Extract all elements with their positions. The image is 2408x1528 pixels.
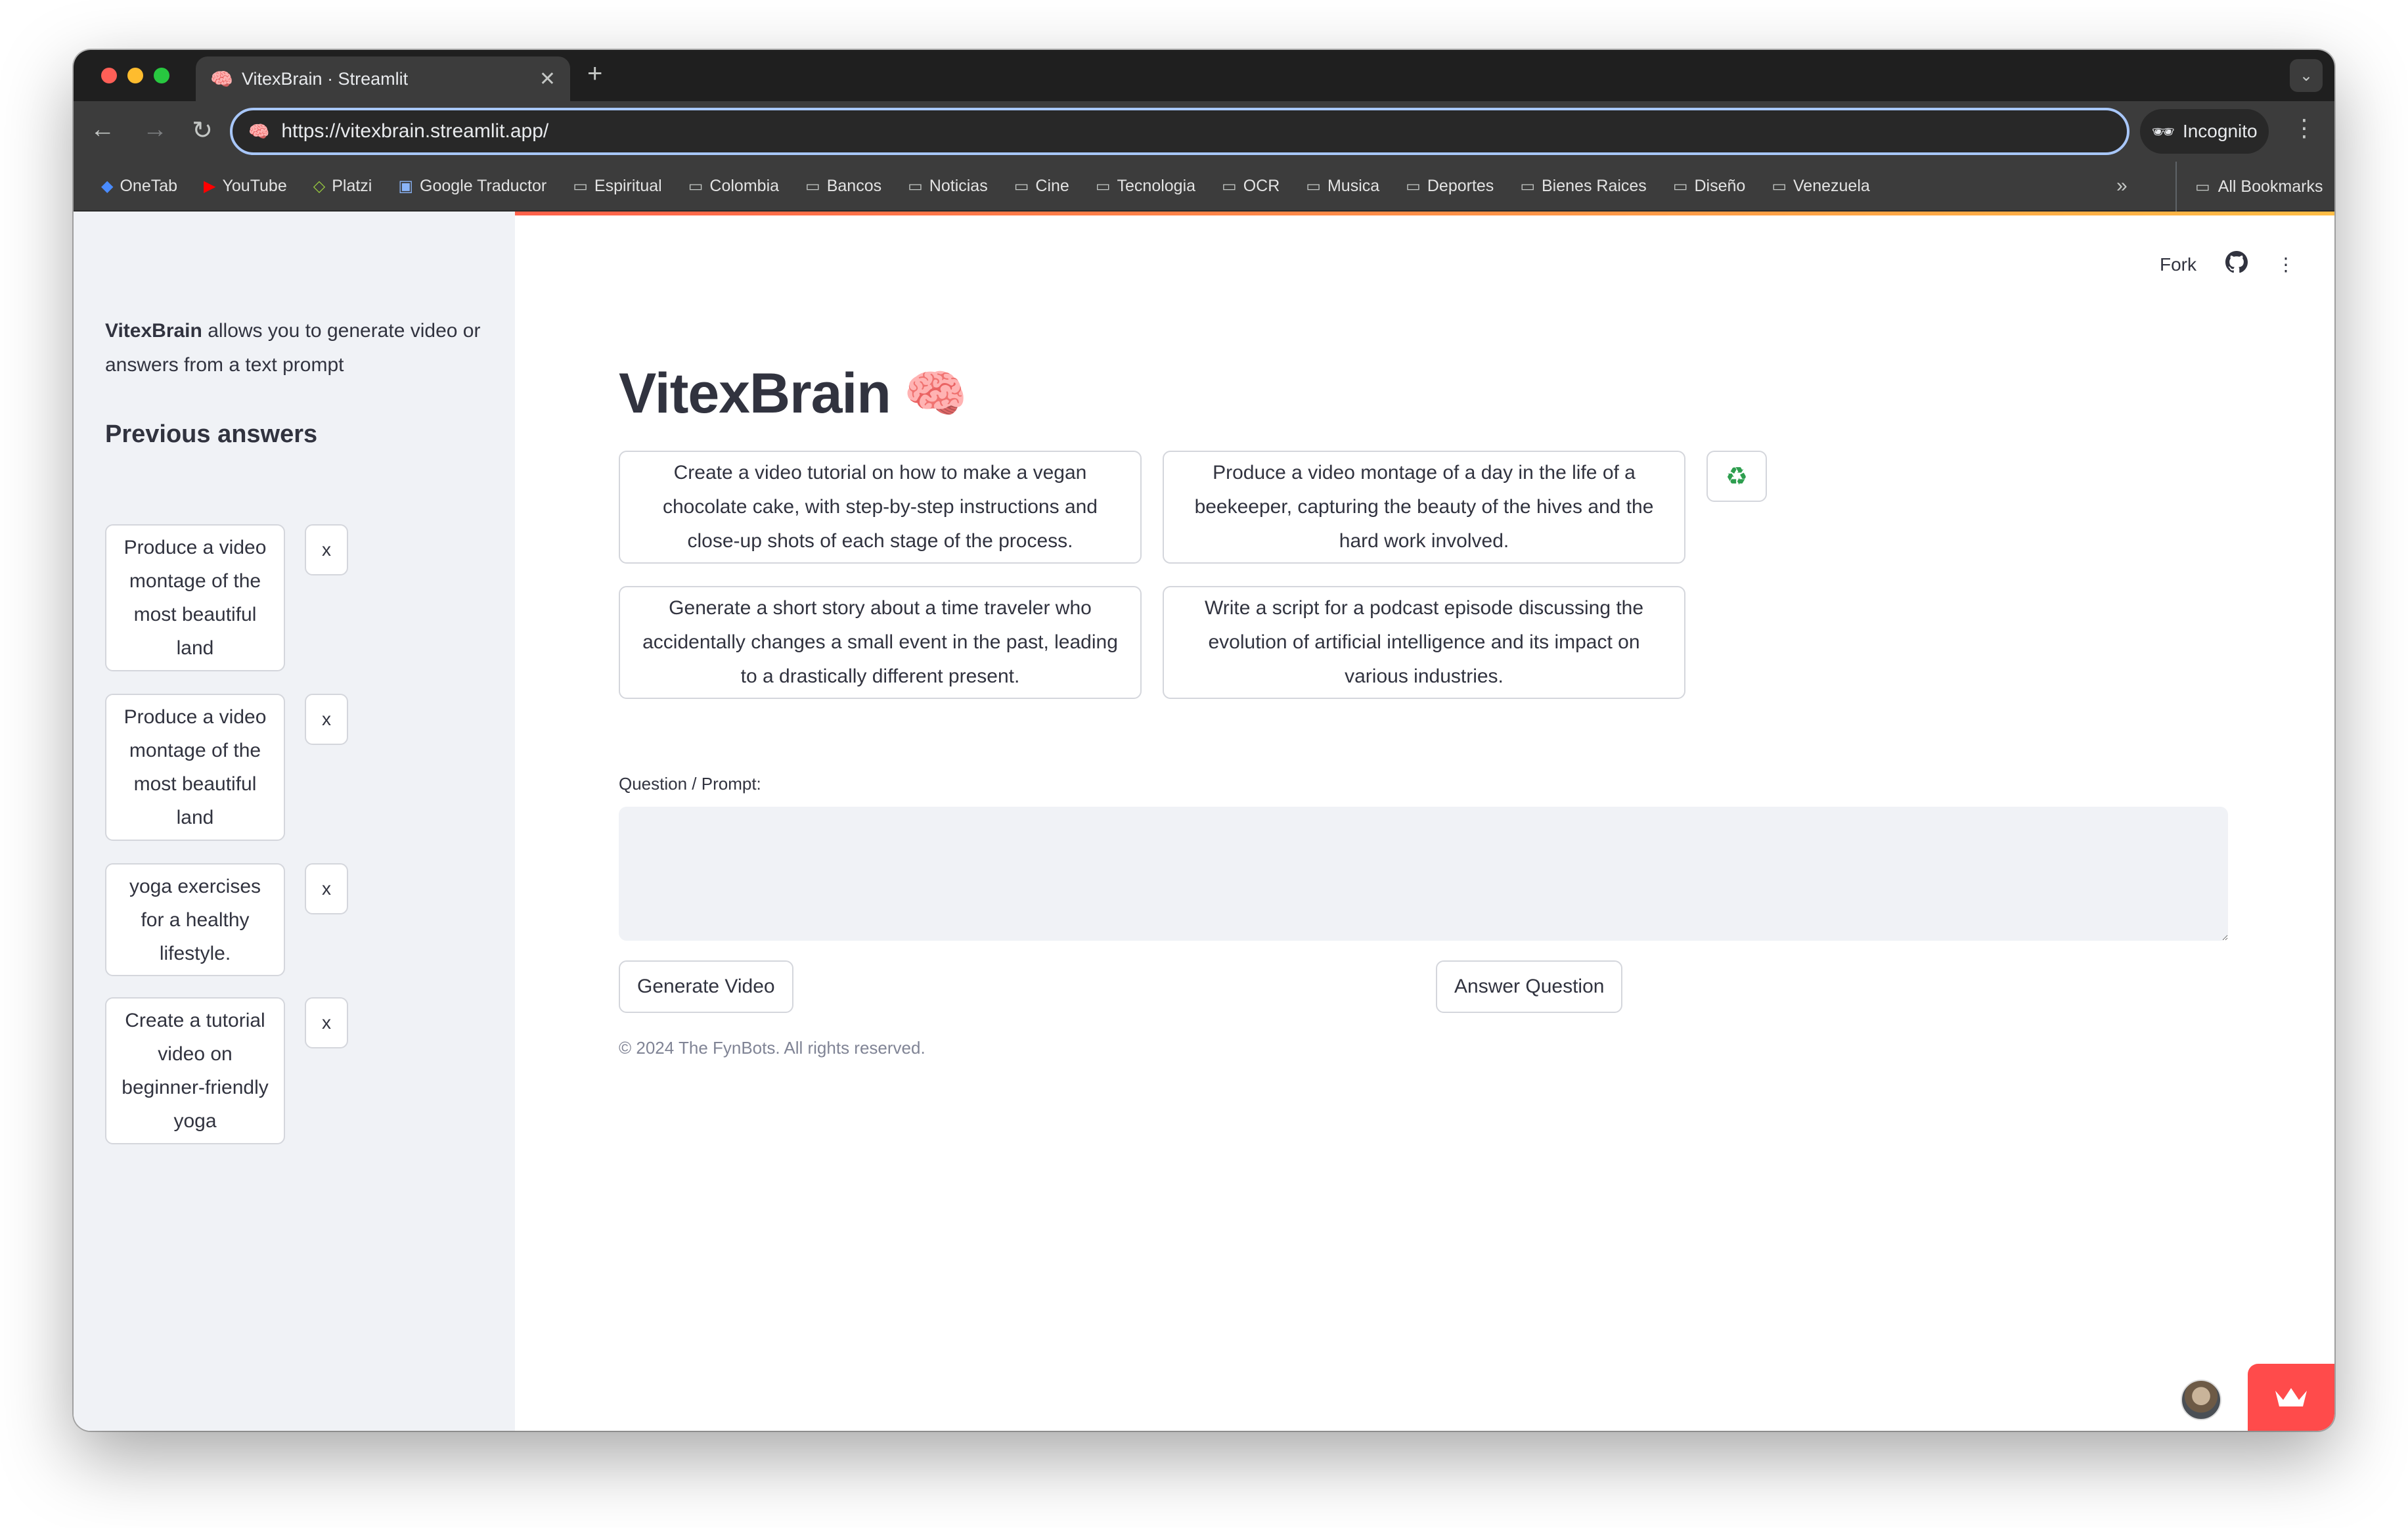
close-window-button[interactable] [101,68,117,83]
refresh-suggestions-button[interactable]: ♻ [1706,451,1767,502]
previous-answers-heading: Previous answers [105,420,318,448]
bookmark-onetab[interactable]: ◆ OneTab [89,177,189,196]
suggestion-button[interactable]: Produce a video montage of a day in the … [1163,451,1685,564]
bookmark-folder-diseno[interactable]: ▭ Diseño [1661,177,1758,196]
folder-icon: ▭ [1520,177,1535,195]
all-bookmarks-button[interactable]: ▭ All Bookmarks [2175,162,2323,212]
site-favicon-icon: 🧠 [248,121,270,141]
more-bookmarks-icon[interactable]: » [2116,175,2128,197]
folder-icon: ▭ [573,177,588,195]
bookmark-folder-bancos[interactable]: ▭ Bancos [793,177,893,196]
folder-icon: ▭ [1222,177,1237,195]
reload-icon[interactable]: ↻ [187,116,218,145]
bookmark-folder-ocr[interactable]: ▭ OCR [1210,177,1291,196]
bookmark-platzi[interactable]: ◇ Platzi [301,177,384,196]
youtube-icon: ▶ [204,177,216,195]
close-tab-icon[interactable]: ✕ [539,68,556,91]
browser-window: 🧠 VitexBrain · Streamlit ✕ + ⌄ ← → ↻ 🧠 h… [74,50,2334,1431]
suggestion-button[interactable]: Generate a short story about a time trav… [619,586,1142,699]
page-title-text: VitexBrain [619,362,891,425]
folder-icon: ▭ [2195,177,2210,196]
folder-icon: ▭ [688,177,703,195]
bookmark-google-traductor[interactable]: ▣ Google Traductor [386,177,558,196]
tab-bar: 🧠 VitexBrain · Streamlit ✕ + ⌄ [74,50,2334,101]
platzi-icon: ◇ [313,177,326,195]
back-arrow-icon[interactable]: ← [87,116,118,144]
bookmark-folder-cine[interactable]: ▭ Cine [1002,177,1081,196]
url-text[interactable]: https://vitexbrain.streamlit.app/ [281,120,548,143]
maximize-window-button[interactable] [154,68,169,83]
incognito-label: Incognito [2182,121,2258,141]
forward-arrow-icon[interactable]: → [139,116,171,144]
page-title: VitexBrain 🧠 [619,361,968,426]
bookmark-folder-noticias[interactable]: ▭ Noticias [896,177,1000,196]
bookmark-folder-deportes[interactable]: ▭ Deportes [1394,177,1505,196]
sidebar-description: VitexBrain allows you to generate video … [105,314,486,382]
folder-icon: ▭ [1406,177,1421,195]
recycle-icon: ♻ [1725,462,1749,491]
brain-icon: 🧠 [903,364,968,422]
browser-menu-icon[interactable]: ⋮ [2292,114,2316,142]
streamlit-manage-app-button[interactable] [2248,1364,2334,1431]
incognito-icon: 🕶 [2151,121,2175,142]
previous-answer-item[interactable]: Create a tutorial video on beginner-frie… [105,997,285,1144]
generate-video-button[interactable]: Generate Video [619,960,793,1013]
bookmarks-bar: ◆ OneTab ▶ YouTube ◇ Platzi ▣ Google Traduct… [74,162,2334,212]
folder-icon: ▭ [1095,177,1111,195]
bookmark-folder-colombia[interactable]: ▭ Colombia [677,177,791,196]
address-bar[interactable]: 🧠 https://vitexbrain.streamlit.app/ [230,108,2129,155]
bookmark-folder-musica[interactable]: ▭ Musica [1294,177,1391,196]
folder-icon: ▭ [1306,177,1321,195]
brain-icon: 🧠 [210,68,233,89]
tab-search-button[interactable]: ⌄ [2290,59,2323,92]
previous-answer-item[interactable]: Produce a video montage of the most beau… [105,694,285,841]
new-tab-button[interactable]: + [587,59,602,89]
app-name-bold: VitexBrain [105,320,202,342]
prompt-textarea[interactable] [619,807,2228,941]
incognito-badge[interactable]: 🕶 Incognito [2140,109,2269,154]
folder-icon: ▭ [1014,177,1029,195]
remove-answer-button[interactable]: x [305,863,348,914]
crown-icon [2275,1388,2307,1406]
tab-title: VitexBrain · Streamlit [242,68,409,89]
bookmark-youtube[interactable]: ▶ YouTube [192,177,299,196]
bookmark-folder-espiritual[interactable]: ▭ Espiritual [561,177,674,196]
app-menu-icon[interactable]: ⋮ [2277,254,2295,275]
main-content: VitexBrain 🧠 Create a video tutorial on … [619,212,2235,1431]
translate-icon: ▣ [398,177,414,195]
prompt-label: Question / Prompt: [619,774,761,794]
remove-answer-button[interactable]: x [305,997,348,1048]
chevron-down-icon: ⌄ [2299,66,2313,85]
suggestion-button[interactable]: Write a script for a podcast episode dis… [1163,586,1685,699]
minimize-window-button[interactable] [127,68,143,83]
bookmark-folder-venezuela[interactable]: ▭ Venezuela [1760,177,1881,196]
app-viewport: VitexBrain allows you to generate video … [74,212,2334,1431]
browser-tab[interactable]: 🧠 VitexBrain · Streamlit ✕ [196,56,570,101]
previous-answer-item[interactable]: Produce a video montage of the most beau… [105,524,285,671]
answer-question-button[interactable]: Answer Question [1436,960,1623,1013]
folder-icon: ▭ [805,177,820,195]
browser-toolbar: ← → ↻ 🧠 https://vitexbrain.streamlit.app… [74,101,2334,162]
footer-copyright: © 2024 The FynBots. All rights reserved. [619,1038,925,1058]
remove-answer-button[interactable]: x [305,694,348,745]
onetab-icon: ◆ [101,177,114,195]
suggestion-button[interactable]: Create a video tutorial on how to make a… [619,451,1142,564]
folder-icon: ▭ [908,177,923,195]
bookmark-folder-tecnologia[interactable]: ▭ Tecnologia [1084,177,1207,196]
previous-answer-item[interactable]: yoga exercises for a healthy lifestyle. [105,863,285,976]
sidebar: VitexBrain allows you to generate video … [74,212,515,1431]
user-avatar[interactable] [2181,1380,2221,1420]
folder-icon: ▭ [1672,177,1688,195]
folder-icon: ▭ [1772,177,1787,195]
remove-answer-button[interactable]: x [305,524,348,575]
bookmark-folder-bienes-raices[interactable]: ▭ Bienes Raices [1508,177,1659,196]
